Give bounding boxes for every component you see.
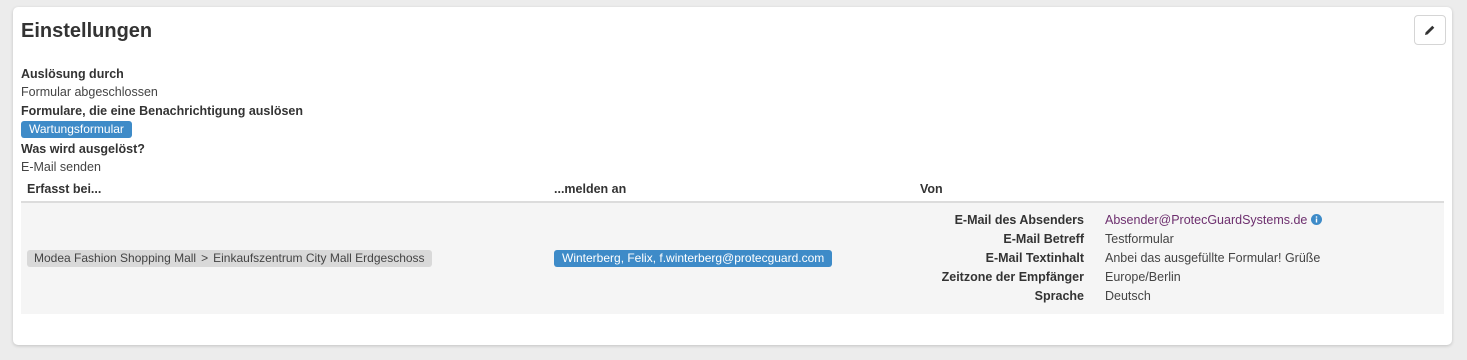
action-label: Was wird ausgelöst?	[21, 142, 145, 156]
language-value: Deutsch	[1105, 289, 1151, 303]
location-level-1: Modea Fashion Shopping Mall	[34, 251, 197, 265]
sender-email-value[interactable]: Absender@ProtecGuardSystems.de	[1105, 211, 1438, 230]
language-label: Sprache	[1034, 289, 1084, 303]
card-title: Einstellungen	[21, 20, 153, 42]
recipient-cell: Winterberg, Felix, f.winterberg@protecgu…	[548, 202, 914, 314]
settings-card: Einstellungen Auslösung durch Formular a…	[13, 7, 1452, 345]
form-tag: Wartungsformular	[21, 121, 132, 138]
from-details: E-Mail des Absenders Absender@ProtecGuar…	[920, 211, 1438, 306]
settings-info: Auslösung durch Formular abgeschlossen F…	[21, 65, 303, 177]
action-value: E-Mail senden	[21, 160, 101, 174]
email-body-label: E-Mail Textinhalt	[985, 251, 1084, 265]
location-separator: >	[201, 251, 209, 265]
column-header-report-to: ...melden an	[548, 177, 914, 203]
timezone-label: Zeitzone der Empfänger	[941, 270, 1084, 284]
timezone-value: Europe/Berlin	[1105, 270, 1181, 284]
column-header-from: Von	[914, 177, 1444, 203]
recipient-tag: Winterberg, Felix, f.winterberg@protecgu…	[554, 250, 833, 267]
email-subject-value: Testformular	[1105, 232, 1174, 246]
forms-label: Formulare, die eine Benachrichtigung aus…	[21, 104, 304, 118]
trigger-label: Auslösung durch	[21, 67, 124, 81]
pencil-icon	[1425, 25, 1435, 35]
column-header-captured-at: Erfasst bei...	[21, 177, 548, 203]
info-icon[interactable]	[1311, 214, 1323, 225]
table-row: Modea Fashion Shopping Mall > Einkaufszent…	[21, 202, 1444, 314]
location-level-2: Einkaufszentrum City Mall Erdgeschoss	[213, 251, 425, 265]
notification-table: Erfasst bei... ...melden an Von Modea Fa…	[21, 177, 1444, 314]
email-subject-label: E-Mail Betreff	[1003, 232, 1084, 246]
location-cell: Modea Fashion Shopping Mall > Einkaufszent…	[21, 202, 548, 314]
edit-button[interactable]	[1414, 15, 1446, 45]
sender-email-label: E-Mail des Absenders	[954, 213, 1084, 227]
location-breadcrumb: Modea Fashion Shopping Mall > Einkaufszent…	[27, 250, 432, 267]
from-cell: E-Mail des Absenders Absender@ProtecGuar…	[914, 202, 1444, 314]
trigger-value: Formular abgeschlossen	[21, 85, 158, 99]
email-body-value: Anbei das ausgefüllte Formular! Grüße	[1105, 251, 1321, 265]
